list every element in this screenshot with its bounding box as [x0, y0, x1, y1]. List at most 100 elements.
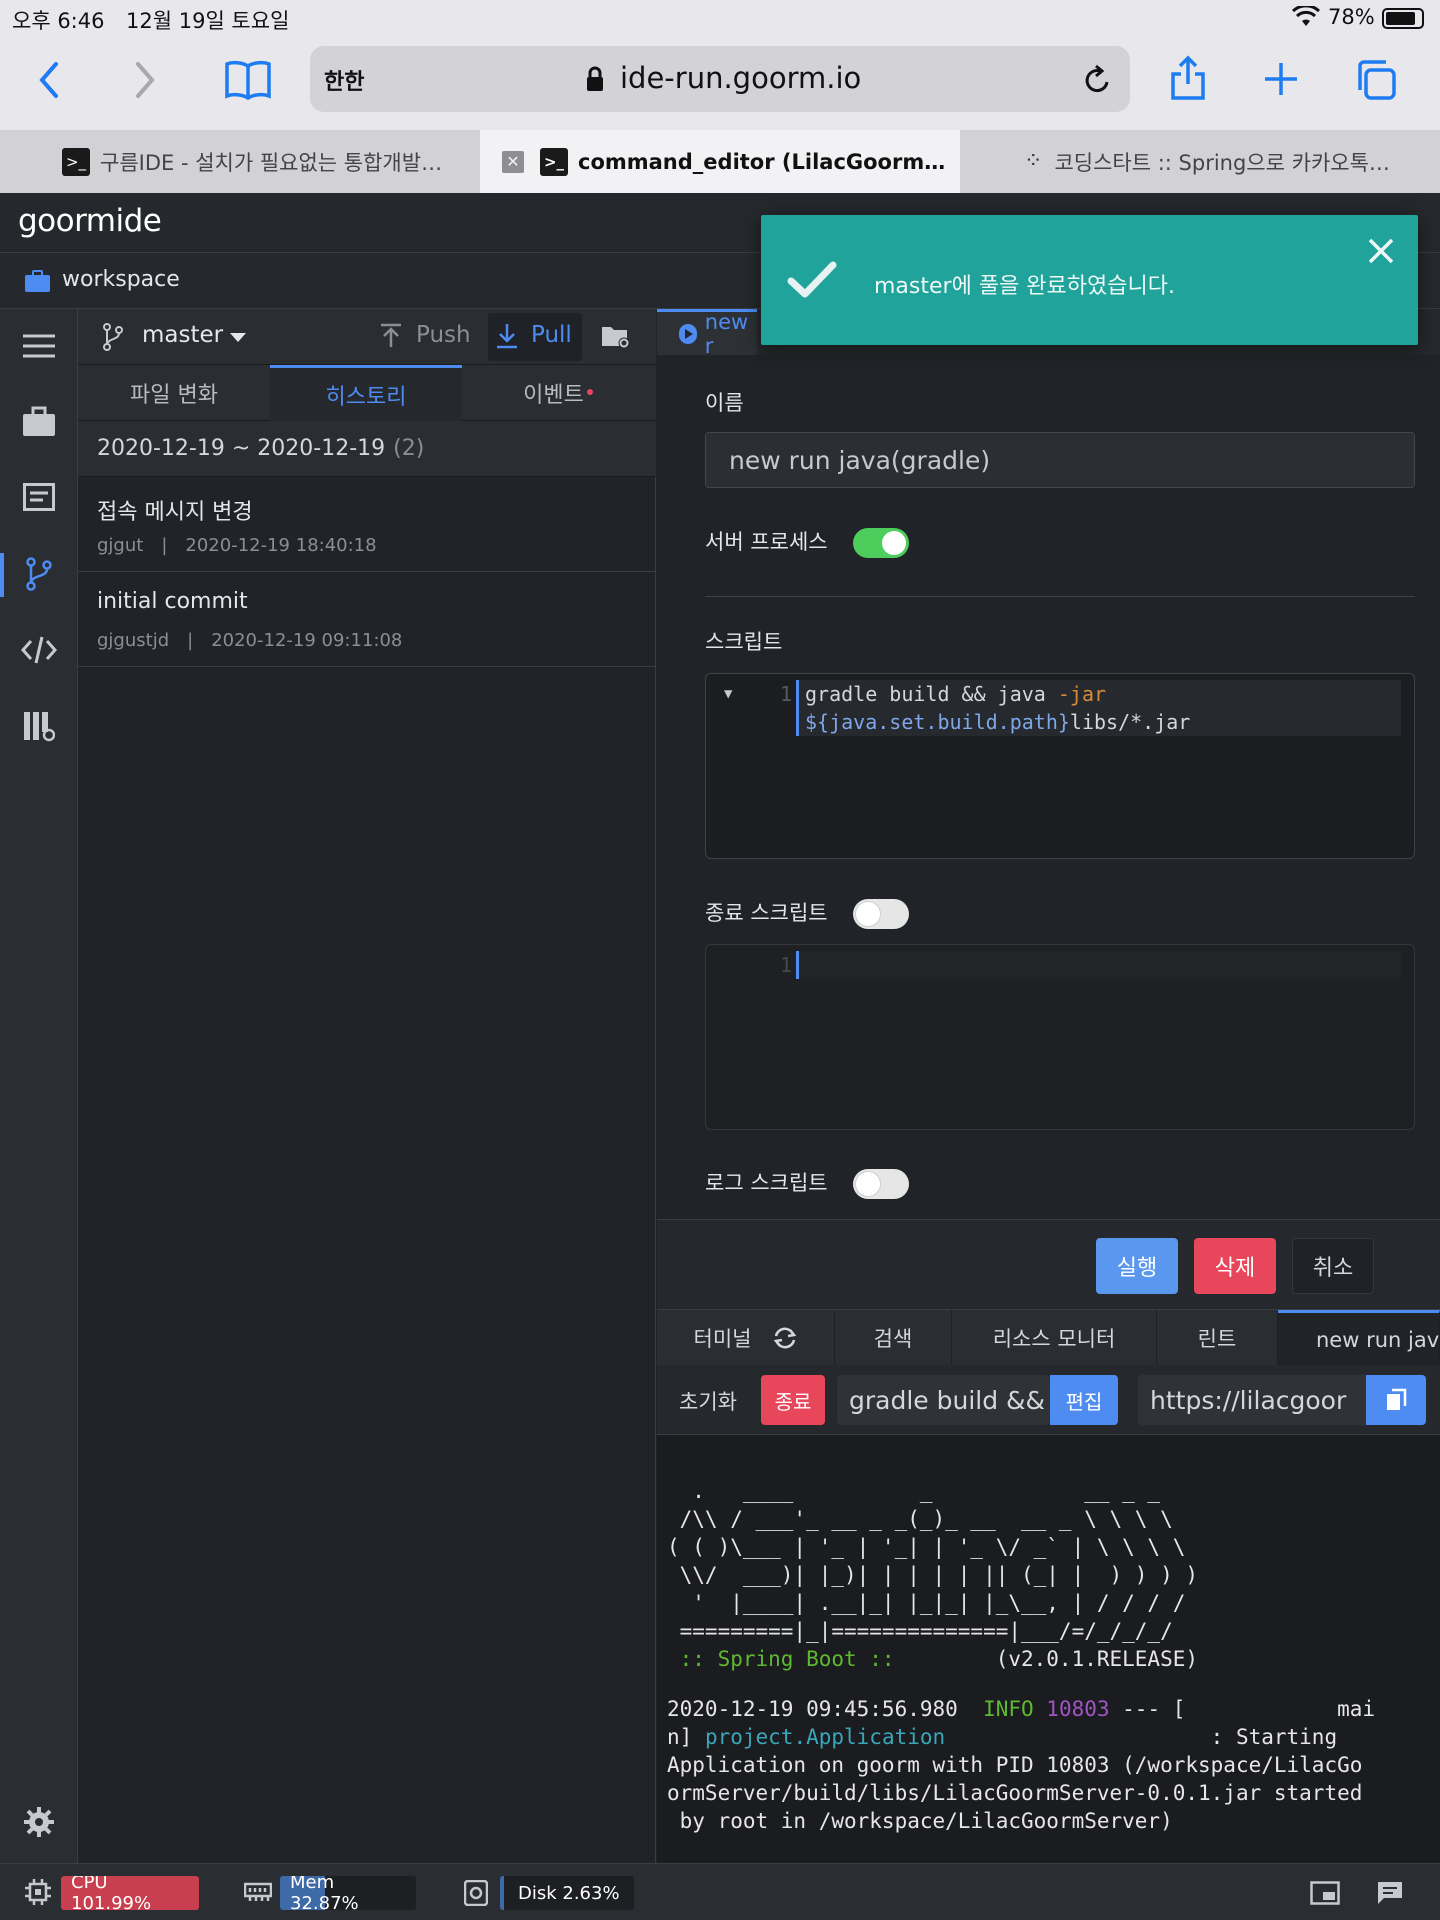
tab-file-changes[interactable]: 파일 변화 [78, 365, 270, 421]
meta-separator: | [187, 630, 194, 651]
git-icon[interactable] [20, 555, 58, 593]
commit-time: 2020-12-19 09:11:08 [211, 630, 403, 651]
log-script-toggle[interactable] [853, 1169, 909, 1199]
close-tab-icon[interactable]: ✕ [502, 150, 524, 173]
url-text: ide-run.goorm.io [620, 61, 862, 95]
log-level: INFO [983, 1697, 1034, 1721]
cpu-usage-label: CPU 101.99% [71, 1876, 152, 1910]
log-timestamp: 2020-12-19 09:45:56.980 [667, 1697, 984, 1721]
fold-arrow-icon[interactable]: ▼ [724, 686, 732, 702]
name-input[interactable]: new run java(gradle) [705, 432, 1415, 488]
browser-tab[interactable]: ⁘ 코딩스타트 :: Spring으로 카카오톡… [960, 130, 1440, 193]
command-field[interactable]: gradle build && [837, 1375, 1050, 1425]
push-button[interactable]: Push [416, 322, 471, 348]
copy-url-button[interactable] [1366, 1375, 1426, 1425]
server-process-toggle[interactable] [853, 528, 909, 558]
address-bar[interactable]: 한한 ide-run.goorm.io [310, 46, 1130, 112]
tab-run-output[interactable]: new run java [1278, 1310, 1440, 1366]
settings-icon[interactable] [20, 1803, 58, 1841]
commit-message: 접속 메시지 변경 [97, 500, 253, 525]
form-actions: 실행 삭제 취소 [657, 1219, 1440, 1309]
stop-button[interactable]: 종료 [761, 1375, 825, 1425]
forward-icon[interactable] [130, 60, 160, 100]
log-text: : Starting [945, 1725, 1338, 1749]
close-icon[interactable] [1367, 237, 1395, 265]
editor-panel-icon[interactable] [20, 478, 58, 516]
banner-line: . ____ _ __ _ _ [667, 1479, 1161, 1503]
commit-author: gjgustjd [97, 630, 170, 651]
cancel-button[interactable]: 취소 [1292, 1238, 1374, 1294]
battery-percent: 78% [1328, 5, 1375, 29]
disk-usage-label: Disk 2.63% [518, 1882, 620, 1904]
share-icon[interactable] [1168, 54, 1208, 102]
run-button[interactable]: 실행 [1096, 1238, 1178, 1294]
script-label: 스크립트 [705, 630, 783, 654]
copy-icon [1387, 1388, 1407, 1410]
cpu-usage[interactable]: CPU 101.99% [61, 1876, 199, 1910]
menu-icon[interactable] [20, 327, 58, 365]
toast-message: master에 풀을 완료하였습니다. [874, 274, 1175, 299]
library-icon[interactable] [20, 707, 58, 745]
log-script-label: 로그 스크립트 [705, 1171, 828, 1195]
reset-button[interactable]: 초기화 [679, 1386, 737, 1416]
back-icon[interactable] [34, 60, 64, 100]
chevron-down-icon[interactable] [230, 333, 246, 342]
commit-row[interactable]: 접속 메시지 변경 gjgut | 2020-12-19 18:40:18 [78, 477, 656, 572]
url-field[interactable]: https://lilacgoor [1138, 1375, 1366, 1425]
divider [705, 596, 1415, 597]
goormide-logo[interactable]: goormide [18, 203, 162, 239]
editor-tab-label: new r [704, 309, 749, 358]
disk-usage[interactable]: Disk 2.63% [500, 1876, 634, 1910]
notification-dot [586, 389, 593, 395]
banner-line: ( ( )\___ | '_ | '_| | '_ \/ _` | \ \ \ … [667, 1535, 1186, 1559]
stop-script-toggle[interactable] [853, 899, 909, 929]
battery-icon [1382, 8, 1424, 29]
workspace-label[interactable]: workspace [62, 267, 180, 292]
chat-icon[interactable] [1376, 1880, 1404, 1906]
tab-label: 히스토리 [325, 384, 407, 410]
delete-button[interactable]: 삭제 [1194, 1238, 1276, 1294]
tab-search[interactable]: 검색 [835, 1310, 952, 1366]
bookmarks-icon[interactable] [224, 58, 272, 102]
reader-button[interactable]: 한한 [324, 64, 364, 96]
editor-tab[interactable]: new r [657, 309, 757, 358]
tab-resource-monitor[interactable]: 리소스 모니터 [952, 1310, 1157, 1366]
tab-terminal[interactable]: 터미널 [657, 1310, 835, 1366]
branch-selector[interactable]: master [142, 322, 223, 348]
commit-row[interactable]: initial commit gjgustjd | 2020-12-19 09:11… [78, 572, 656, 667]
terminal-favicon-icon: >_ [62, 147, 90, 176]
history-date-range[interactable]: 2020-12-19 ~ 2020-12-19 (2) [78, 421, 656, 477]
play-icon [679, 323, 697, 344]
browser-tab-active[interactable]: ✕ >_ command_editor (LilacGoorm… [480, 130, 960, 193]
code-icon[interactable] [20, 631, 58, 669]
edit-command-button[interactable]: 편집 [1050, 1375, 1118, 1425]
folder-settings-icon[interactable] [601, 324, 631, 350]
memory-usage[interactable]: Mem 32.87% [280, 1876, 416, 1910]
briefcase-icon [25, 270, 50, 292]
terminal-output[interactable]: . ____ _ __ _ _ /\\ / ___'_ __ _ _(_)_ _… [657, 1435, 1440, 1863]
log-thread-end: n] [667, 1725, 705, 1749]
tab-label: 리소스 모니터 [992, 1327, 1116, 1351]
pull-button[interactable]: Pull [488, 313, 582, 361]
layout-toggle-icon[interactable] [1310, 1881, 1340, 1905]
browser-tab[interactable]: >_ 구름IDE - 설치가 필요없는 통합개발… [0, 130, 480, 193]
code-token: gradle build && java [805, 682, 1058, 706]
tab-lint[interactable]: 린트 [1157, 1310, 1278, 1366]
banner-line: \\/ ___)| |_)| | | | | || (_| | ) ) ) ) [667, 1563, 1199, 1587]
refresh-icon[interactable] [773, 1327, 797, 1349]
stop-script-editor[interactable]: 1 [705, 944, 1415, 1130]
tab-events[interactable]: 이벤트 [462, 365, 654, 421]
reload-icon[interactable] [1082, 64, 1112, 96]
new-tab-icon[interactable] [1262, 60, 1300, 98]
git-toolbar: master Push Pull [78, 309, 656, 365]
status-date: 12월 19일 토요일 [126, 9, 290, 33]
tabs-overview-icon[interactable] [1354, 58, 1398, 102]
tab-history[interactable]: 히스토리 [270, 365, 462, 421]
bottom-panel-tabs: 터미널 검색 리소스 모니터 린트 new run java [657, 1309, 1440, 1366]
project-icon[interactable] [20, 402, 58, 440]
run-toolbar: 초기화 종료 gradle build && 편집 https://lilacg… [657, 1365, 1440, 1435]
line-number: 1 [780, 953, 793, 977]
pull-icon [496, 322, 518, 350]
script-editor[interactable]: ▼ 1 gradle build && java -jar ${java.set… [705, 673, 1415, 859]
memory-icon [244, 1881, 272, 1903]
